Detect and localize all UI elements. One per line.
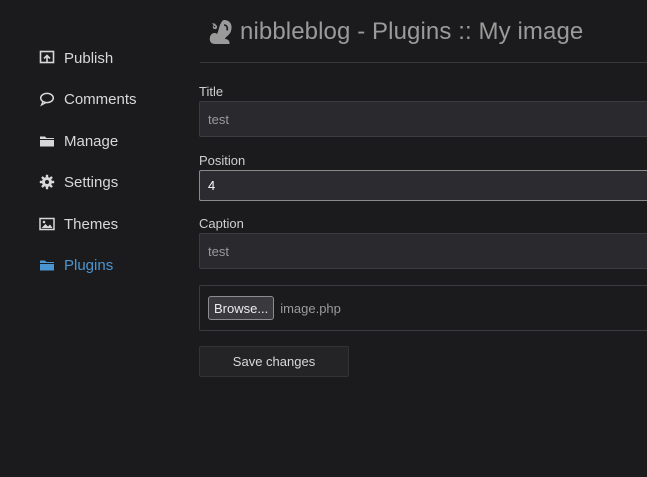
file-upload-field: Browse... image.php [199,285,647,331]
gear-icon [39,174,55,190]
sidebar: Publish Comments Manage Settings Themes … [0,0,185,477]
page: Publish Comments Manage Settings Themes … [0,0,647,477]
browse-button[interactable]: Browse... [208,296,275,320]
position-label: Position [199,153,246,168]
sidebar-item-label: Themes [64,215,119,233]
sidebar-item-label: Plugins [64,256,114,274]
selected-file-name: image.php [280,300,341,316]
sidebar-item-comments[interactable]: Comments [39,89,137,109]
image-icon [39,216,55,232]
page-title: nibbleblog - Plugins :: My image [240,18,584,45]
sidebar-item-publish[interactable]: Publish [39,48,113,68]
sidebar-item-manage[interactable]: Manage [39,131,118,151]
folder-icon [39,257,55,273]
sidebar-item-label: Publish [64,49,114,67]
sidebar-item-label: Comments [64,90,137,108]
sidebar-item-label: Settings [64,173,119,191]
header-divider [200,62,647,63]
title-label: Title [199,84,224,99]
comment-icon [39,91,55,107]
caption-label: Caption [199,216,244,231]
publish-icon [39,50,55,66]
title-field[interactable] [199,101,647,137]
sidebar-item-settings[interactable]: Settings [39,172,118,192]
squirrel-logo-icon [207,17,233,47]
caption-field[interactable] [199,233,647,269]
position-field[interactable] [199,170,647,201]
sidebar-item-label: Manage [64,132,119,150]
save-changes-button[interactable]: Save changes [199,346,349,377]
sidebar-item-themes[interactable]: Themes [39,214,118,234]
page-header: nibbleblog - Plugins :: My image [207,14,583,50]
sidebar-item-plugins[interactable]: Plugins [39,255,113,275]
folder-icon [39,133,55,149]
